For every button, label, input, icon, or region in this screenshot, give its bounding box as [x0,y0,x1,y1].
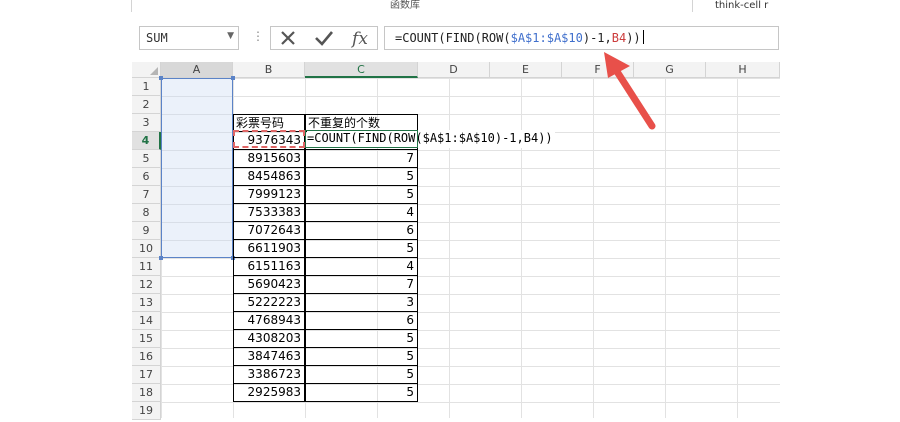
annotation-arrow-icon [604,52,656,130]
